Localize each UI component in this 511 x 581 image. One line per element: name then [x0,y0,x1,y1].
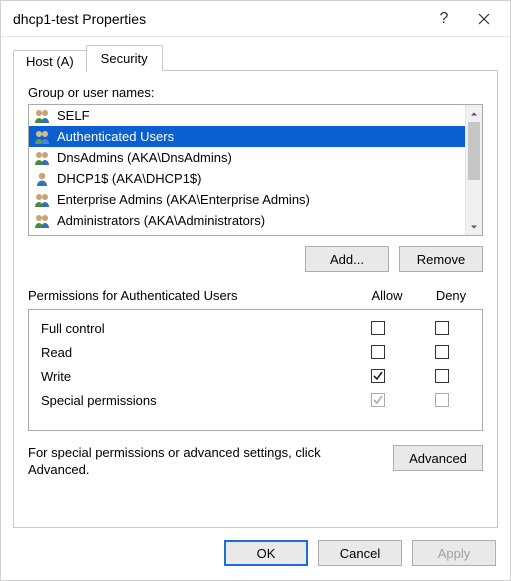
list-item-label: Administrators (AKA\Administrators) [57,213,265,228]
apply-button: Apply [412,540,496,566]
deny-read-checkbox[interactable] [435,345,449,359]
list-item[interactable]: DHCP1$ (AKA\DHCP1$) [29,168,482,189]
permission-row: Full control [37,316,474,340]
window-title: dhcp1-test Properties [13,11,424,27]
allow-write-checkbox[interactable] [371,369,385,383]
list-item[interactable]: Administrators (AKA\Administrators) [29,210,482,231]
remove-button[interactable]: Remove [399,246,483,272]
client-area: Host (A) Security Group or user names: S… [1,37,510,528]
list-item-label: Enterprise Admins (AKA\Enterprise Admins… [57,192,310,207]
deny-special-permissions-checkbox [435,393,449,407]
allow-column-header: Allow [355,288,419,303]
deny-write-checkbox[interactable] [435,369,449,383]
close-button[interactable] [464,4,504,34]
help-button[interactable]: ? [424,4,464,34]
users-icon [33,129,51,145]
users-icon [33,192,51,208]
permissions-for-label: Permissions for Authenticated Users [28,288,355,303]
permission-name: Special permissions [37,393,346,408]
permission-name: Write [37,369,346,384]
group-names-label: Group or user names: [28,85,483,100]
list-item[interactable]: SELF [29,105,482,126]
deny-full-control-checkbox[interactable] [435,321,449,335]
tab-security-page: Group or user names: SELF Authenticated … [13,70,498,528]
advanced-help-text: For special permissions or advanced sett… [28,445,381,479]
check-icon [372,370,384,382]
scrollbar[interactable] [465,105,482,235]
allow-special-permissions-checkbox [371,393,385,407]
advanced-button[interactable]: Advanced [393,445,483,471]
users-icon [33,150,51,166]
ok-button[interactable]: OK [224,540,308,566]
users-icon [33,213,51,229]
dialog-footer: OK Cancel Apply [1,528,510,580]
permission-row: Read [37,340,474,364]
scroll-up-button[interactable] [466,105,482,122]
scroll-thumb[interactable] [468,122,480,180]
tab-security[interactable]: Security [86,45,163,71]
titlebar: dhcp1-test Properties ? [1,1,510,37]
permission-name: Read [37,345,346,360]
list-item[interactable]: Enterprise Admins (AKA\Enterprise Admins… [29,189,482,210]
permissions-list: Full control Read Write Special permissi… [28,309,483,431]
group-buttons-row: Add... Remove [28,236,483,286]
check-icon [372,394,384,406]
chevron-down-icon [470,223,478,231]
user-icon [33,171,51,187]
list-item-label: Authenticated Users [57,129,174,144]
allow-read-checkbox[interactable] [371,345,385,359]
advanced-row: For special permissions or advanced sett… [28,431,483,485]
properties-dialog: dhcp1-test Properties ? Host (A) Securit… [0,0,511,581]
list-item-label: SELF [57,108,90,123]
close-icon [478,13,490,25]
tabstrip: Host (A) Security [13,45,498,71]
cancel-button[interactable]: Cancel [318,540,402,566]
deny-column-header: Deny [419,288,483,303]
list-item-label: DHCP1$ (AKA\DHCP1$) [57,171,202,186]
chevron-up-icon [470,110,478,118]
group-names-list[interactable]: SELF Authenticated Users DnsAdmins (AKA\… [28,104,483,236]
scroll-down-button[interactable] [466,218,482,235]
permission-name: Full control [37,321,346,336]
list-item[interactable]: DnsAdmins (AKA\DnsAdmins) [29,147,482,168]
allow-full-control-checkbox[interactable] [371,321,385,335]
list-item[interactable]: Authenticated Users [29,126,482,147]
add-button[interactable]: Add... [305,246,389,272]
permissions-header: Permissions for Authenticated Users Allo… [28,286,483,309]
permission-row: Special permissions [37,388,474,412]
user-icon [33,108,51,124]
list-item-label: DnsAdmins (AKA\DnsAdmins) [57,150,232,165]
permission-row: Write [37,364,474,388]
tab-host-a[interactable]: Host (A) [13,50,87,72]
